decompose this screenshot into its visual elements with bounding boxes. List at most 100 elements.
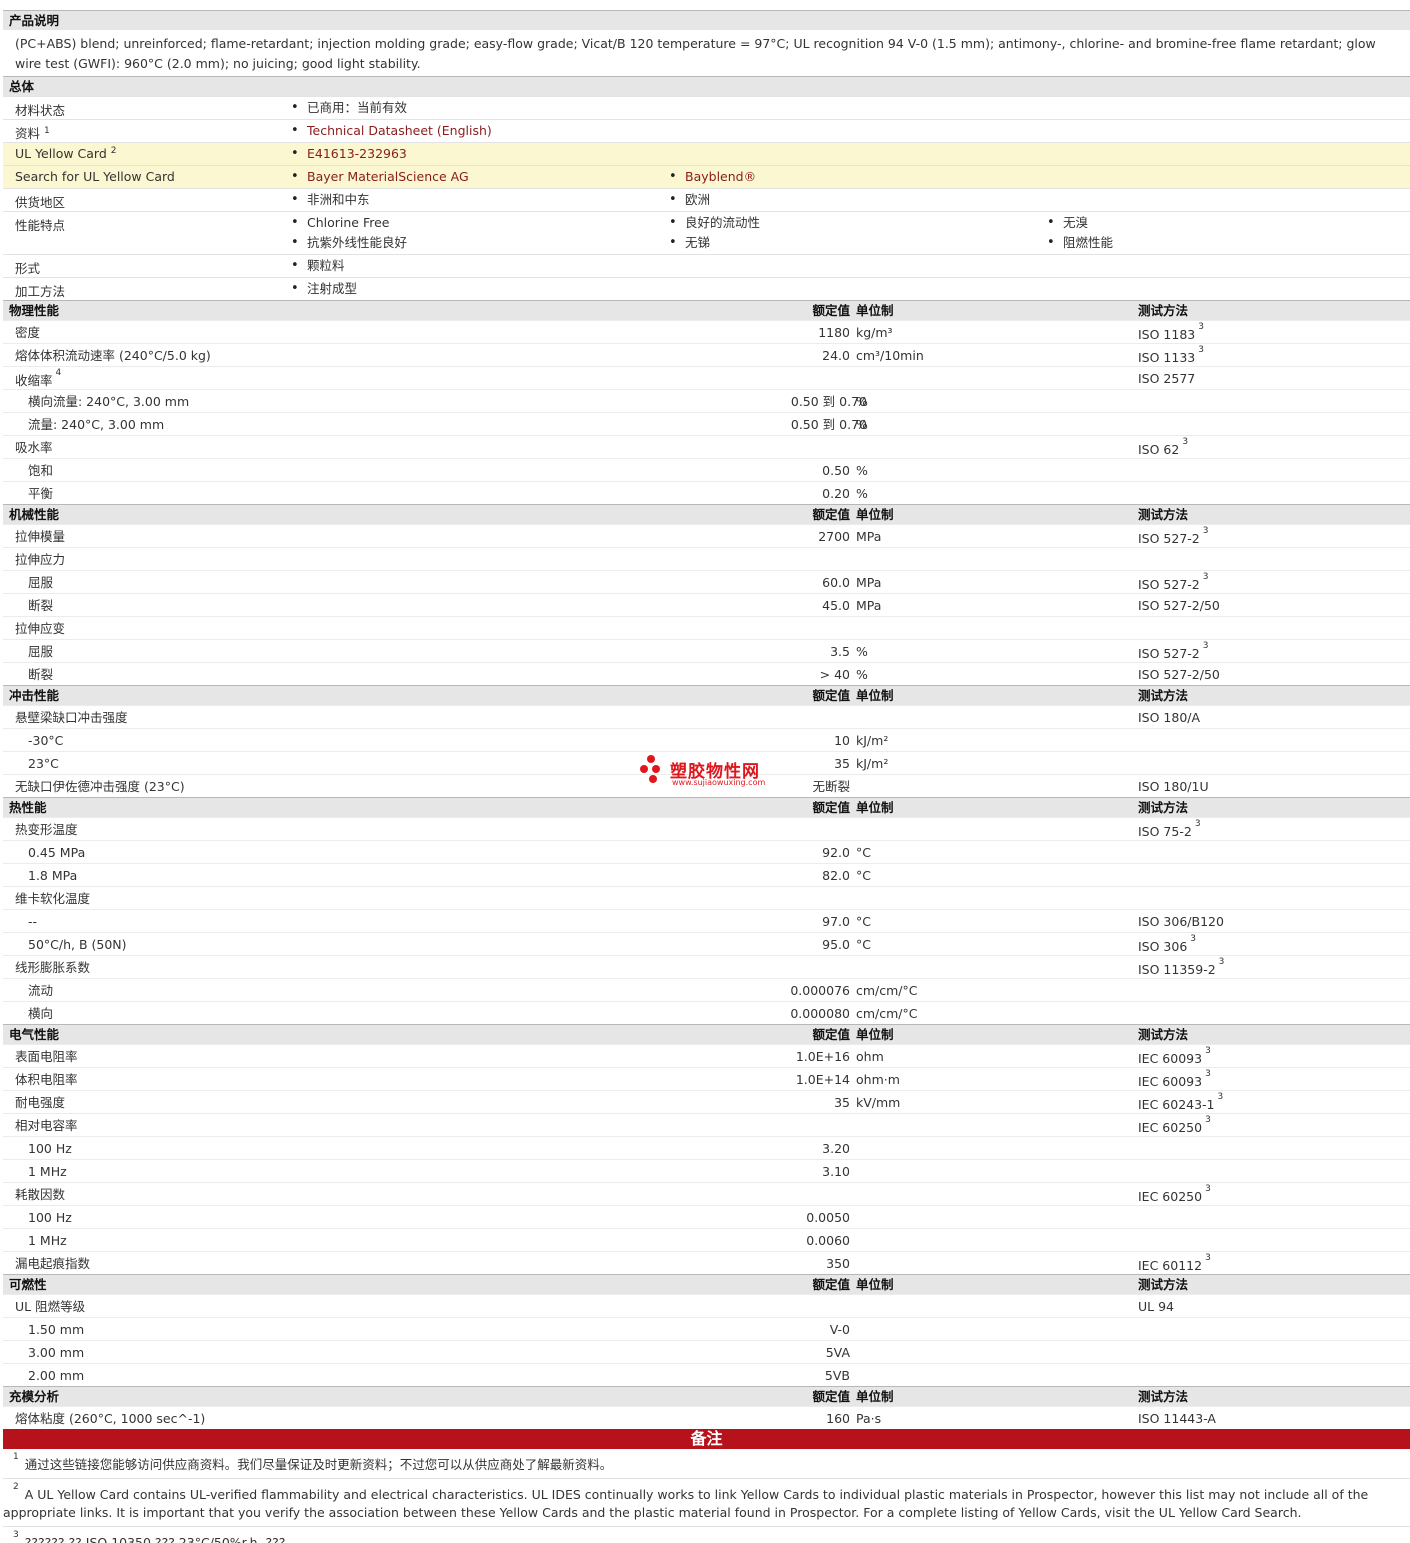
notes-header: 备注 xyxy=(3,1429,1410,1449)
property-name: -- xyxy=(28,914,38,929)
footnote-ref: 1 xyxy=(44,125,50,136)
property-name: 流量: 240°C, 3.00 mm xyxy=(28,417,165,432)
property-row: 屈服 3.5% ISO 527-23 xyxy=(3,639,1410,662)
property-name: 耗散因数 xyxy=(15,1187,66,1202)
col-header-value: 额定值 xyxy=(812,1027,850,1042)
property-name: 1.8 MPa xyxy=(28,868,78,883)
property-value: 1.0E+16 xyxy=(795,1049,850,1064)
test-method: ISO 11443-A xyxy=(1138,1411,1216,1426)
property-name: 1 MHz xyxy=(28,1164,67,1179)
property-unit: % xyxy=(856,644,868,659)
section-header: 冲击性能 额定值 单位制 测试方法 xyxy=(3,685,1410,705)
property-name: 无缺口伊佐德冲击强度 (23°C) xyxy=(15,779,185,794)
property-name: 23°C xyxy=(28,756,59,771)
property-name: 断裂 xyxy=(28,598,54,613)
property-name: 横向 xyxy=(28,1006,54,1021)
property-name: 热变形温度 xyxy=(15,822,78,837)
section-title: 可燃性 xyxy=(9,1277,47,1292)
property-row: 热变形温度 ISO 75-23 xyxy=(3,817,1410,840)
property-unit: kg/m³ xyxy=(856,325,893,340)
property-row: 收缩率4 ISO 2577 xyxy=(3,366,1410,389)
property-unit: ohm·m xyxy=(856,1072,900,1087)
property-name: 1 MHz xyxy=(28,1233,67,1248)
footnote-ref: 3 xyxy=(1205,1115,1211,1125)
property-row: 1 MHz 3.10 xyxy=(3,1159,1410,1182)
col-header-unit: 单位制 xyxy=(856,303,894,318)
property-unit: MPa xyxy=(856,575,882,590)
supplier-link[interactable]: E41613-232963 xyxy=(291,144,407,164)
property-row: 平衡 0.20% xyxy=(3,481,1410,504)
property-unit: kV/mm xyxy=(856,1095,901,1110)
footnote-ref: 3 xyxy=(1205,1046,1211,1056)
col-header-method: 测试方法 xyxy=(1138,1389,1189,1404)
footnote-ref: 3 xyxy=(1205,1184,1211,1194)
property-name: 100 Hz xyxy=(28,1141,72,1156)
property-row: 流动 0.000076 cm/cm/°C xyxy=(3,978,1410,1001)
property-value: 3.20 xyxy=(822,1141,850,1156)
note-number: 1 xyxy=(13,1452,19,1462)
supplier-link[interactable]: Bayer MaterialScience AG xyxy=(291,167,469,187)
property-name: 1.50 mm xyxy=(28,1322,85,1337)
property-unit: % xyxy=(856,417,868,432)
property-value: 3.5 xyxy=(830,644,850,659)
section-title: 物理性能 xyxy=(9,303,60,318)
property-row: 断裂 > 40% ISO 527-2/50 xyxy=(3,662,1410,685)
property-row: 熔体粘度 (260°C, 1000 sec^-1) 160 Pa·s ISO 1144… xyxy=(3,1406,1410,1429)
section-title: 机械性能 xyxy=(9,507,60,522)
general-row-label: 加工方法 xyxy=(15,284,66,299)
col-header-method: 测试方法 xyxy=(1138,800,1189,815)
property-row: -30°C 10 kJ/m² xyxy=(3,728,1410,751)
property-unit: cm/cm/°C xyxy=(856,983,918,998)
general-row: UL Yellow Card 2 E41613-232963 xyxy=(3,142,1410,165)
col-header-value: 额定值 xyxy=(812,303,850,318)
property-unit: kJ/m² xyxy=(856,733,889,748)
property-name: 流动 xyxy=(28,983,54,998)
test-method: ISO 527-2/50 xyxy=(1138,667,1220,682)
property-value: 45.0 xyxy=(822,598,850,613)
supplier-link[interactable]: Bayblend® xyxy=(669,167,756,187)
property-row: 拉伸应变 xyxy=(3,616,1410,639)
watermark-logo: 塑胶物性网 www.sujiaowuxing.com xyxy=(640,755,780,791)
section-header: 机械性能 额定值 单位制 测试方法 xyxy=(3,504,1410,524)
property-unit: MPa xyxy=(856,529,882,544)
col-header-value: 额定值 xyxy=(812,1277,850,1292)
property-name: 2.00 mm xyxy=(28,1368,85,1383)
test-method: ISO 2577 xyxy=(1138,371,1196,386)
col-header-value: 额定值 xyxy=(812,800,850,815)
general-item: 欧洲 xyxy=(669,190,710,210)
footnote-ref: 3 xyxy=(1202,641,1209,651)
property-value: 350 xyxy=(826,1256,850,1271)
property-row: 50°C/h, B (50N) 95.0 °C ISO 3063 xyxy=(3,932,1410,955)
product-description: (PC+ABS) blend; unreinforced; flame-reta… xyxy=(15,36,1376,71)
general-item: 良好的流动性 xyxy=(669,213,760,233)
section-header: 可燃性 额定值 单位制 测试方法 xyxy=(3,1274,1410,1294)
section-header: 热性能 额定值 单位制 测试方法 xyxy=(3,797,1410,817)
property-row: 相对电容率 IEC 602503 xyxy=(3,1113,1410,1136)
supplier-link[interactable]: Technical Datasheet (English) xyxy=(291,121,492,141)
general-row-label: UL Yellow Card 2 xyxy=(15,145,117,161)
footnote-ref: 3 xyxy=(1194,819,1201,829)
property-unit: cm³/10min xyxy=(856,348,924,363)
property-row: 2.00 mm 5VB xyxy=(3,1363,1410,1386)
property-value: V-0 xyxy=(829,1322,850,1337)
general-row: 供货地区 非洲和中东 欧洲 xyxy=(3,188,1410,211)
general-row-label: 形式 xyxy=(15,261,41,276)
property-name: 线形膨胀系数 xyxy=(15,960,91,975)
property-name: 屈服 xyxy=(28,644,54,659)
property-row: 漏电起痕指数 350 IEC 601123 xyxy=(3,1251,1410,1274)
section-title: 电气性能 xyxy=(9,1027,60,1042)
property-value: 3.10 xyxy=(822,1164,850,1179)
property-row: 悬壁梁缺口冲击强度 ISO 180/A xyxy=(3,705,1410,728)
property-name: 100 Hz xyxy=(28,1210,72,1225)
property-name: 横向流量: 240°C, 3.00 mm xyxy=(28,394,190,409)
footnote-ref: 4 xyxy=(55,368,62,378)
test-method: UL 94 xyxy=(1138,1299,1174,1314)
col-header-unit: 单位制 xyxy=(856,507,894,522)
property-unit: % xyxy=(856,463,868,478)
general-item: 非洲和中东 xyxy=(291,190,370,210)
property-unit: kJ/m² xyxy=(856,756,889,771)
property-row: 拉伸模量 2700 MPa ISO 527-23 xyxy=(3,524,1410,547)
property-unit: °C xyxy=(856,845,871,860)
property-name: 熔体体积流动速率 (240°C/5.0 kg) xyxy=(15,348,211,363)
general-row: 性能特点 Chlorine Free 良好的流动性 无溴抗紫外线性能良好 无锑 阻燃性能 xyxy=(3,211,1410,254)
